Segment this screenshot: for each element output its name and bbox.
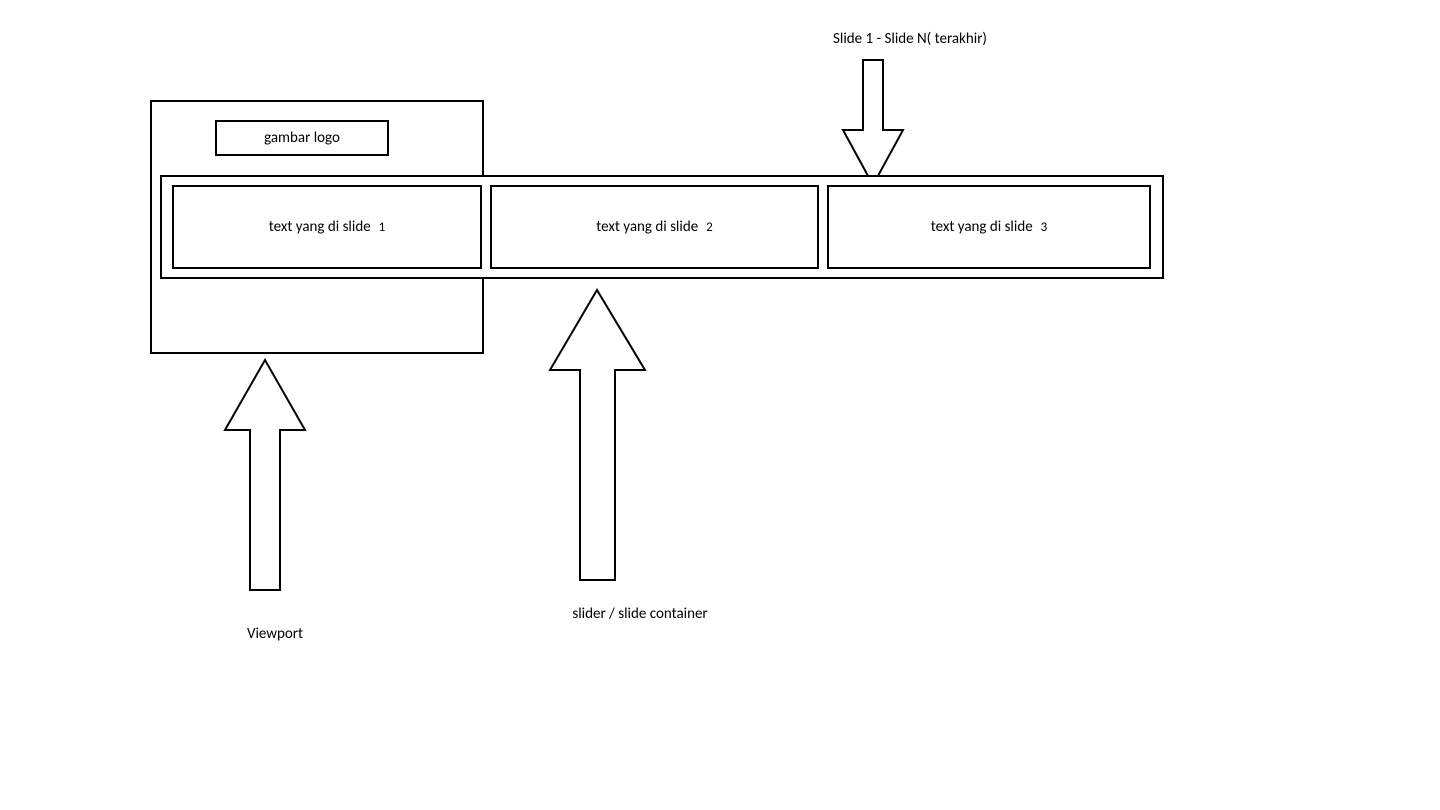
- arrow-up-viewport-icon: [225, 360, 305, 590]
- slide-text: text yang di slide: [269, 218, 371, 236]
- annotation-slides-range: Slide 1 - Slide N( terakhir): [780, 30, 1040, 48]
- slide-1: text yang di slide 1: [172, 185, 482, 269]
- slide-number: 3: [1041, 220, 1048, 235]
- slide-number: 1: [379, 220, 386, 235]
- annotation-slider-container: slider / slide container: [540, 605, 740, 623]
- slide-text: text yang di slide: [596, 218, 698, 236]
- arrow-down-icon: [843, 60, 903, 190]
- logo-label: gambar logo: [264, 129, 340, 147]
- slide-3: text yang di slide 3: [827, 185, 1151, 269]
- arrow-up-container-icon: [550, 290, 645, 580]
- diagram-canvas: Slide 1 - Slide N( terakhir) gambar logo…: [0, 0, 1440, 810]
- logo-box: gambar logo: [215, 120, 389, 156]
- annotation-viewport: Viewport: [225, 625, 325, 643]
- slide-text: text yang di slide: [931, 218, 1033, 236]
- slide-2: text yang di slide 2: [490, 185, 819, 269]
- slide-number: 2: [706, 220, 713, 235]
